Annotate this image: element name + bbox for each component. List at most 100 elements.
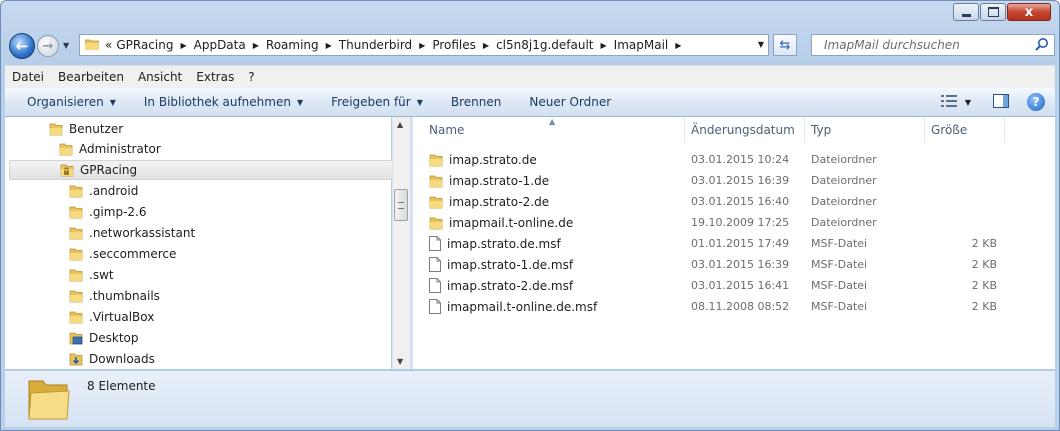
search-icon[interactable] <box>1034 37 1050 53</box>
back-arrow-icon: ← <box>15 37 29 55</box>
search-box[interactable] <box>811 34 1055 56</box>
column-header-name[interactable]: Name <box>423 117 685 143</box>
minimize-icon <box>961 13 971 17</box>
file-size: 2 KB <box>971 258 997 271</box>
column-header-type[interactable]: Typ <box>805 117 925 143</box>
breadcrumb-profiles[interactable]: Profiles <box>430 38 478 52</box>
chevron-down-icon: ▼ <box>296 97 304 107</box>
folder-icon <box>69 184 83 198</box>
scroll-down-icon[interactable]: ▼ <box>397 357 403 366</box>
new-folder-button[interactable]: Neuer Ordner <box>519 95 621 109</box>
address-bar[interactable]: « GPRacing ▶ AppData ▶ Roaming ▶ Thunder… <box>79 34 769 56</box>
locked-folder-icon <box>60 163 74 177</box>
folder-icon <box>429 153 443 167</box>
scroll-up-icon[interactable]: ▲ <box>397 120 403 129</box>
file-row[interactable]: imapmail.t-online.de 19.10.2009 17:25 Da… <box>429 212 1029 233</box>
navigation-pane: Benutzer Administrator GPRacing .android… <box>5 117 393 369</box>
file-icon <box>429 236 441 251</box>
file-date: 03.01.2015 16:41 <box>691 279 790 292</box>
organize-button[interactable]: Organisieren ▼ <box>17 95 126 109</box>
preview-pane-icon[interactable] <box>993 93 1009 111</box>
tree-item-desktop[interactable]: Desktop <box>69 328 139 348</box>
file-icon <box>429 278 441 293</box>
file-row[interactable]: imap.strato-2.de 03.01.2015 16:40 Dateio… <box>429 191 1029 212</box>
file-name: imap.strato-2.de <box>449 194 550 209</box>
refresh-button[interactable]: ⇆ <box>773 34 797 56</box>
chevron-right-icon[interactable]: ▶ <box>419 41 425 50</box>
folder-icon <box>69 226 83 240</box>
tree-label: .android <box>89 184 139 198</box>
chevron-right-icon[interactable]: ▶ <box>483 41 489 50</box>
tree-item-thumbnails[interactable]: .thumbnails <box>69 286 160 306</box>
menu-extras[interactable]: Extras <box>189 70 241 84</box>
tree-label: .VirtualBox <box>89 310 155 324</box>
minimize-button[interactable] <box>953 3 979 21</box>
search-input[interactable] <box>822 37 1026 53</box>
column-date-label: Änderungsdatum <box>691 123 795 137</box>
breadcrumb-roaming[interactable]: Roaming <box>264 38 321 52</box>
file-row[interactable]: imap.strato-1.de 03.01.2015 16:39 Dateio… <box>429 170 1029 191</box>
folder-icon <box>84 38 100 53</box>
address-dropdown-icon[interactable]: ▼ <box>758 40 764 49</box>
menu-datei[interactable]: Datei <box>5 70 51 84</box>
new-folder-label: Neuer Ordner <box>529 95 612 109</box>
tree-item-seccommerce[interactable]: .seccommerce <box>69 244 176 264</box>
file-row[interactable]: imap.strato-2.de.msf 03.01.2015 16:41 MS… <box>429 275 1029 296</box>
forward-button[interactable]: → <box>37 35 59 57</box>
tree-item-swt[interactable]: .swt <box>69 265 114 285</box>
desktop-icon <box>69 331 83 345</box>
menu-ansicht[interactable]: Ansicht <box>131 70 189 84</box>
view-options-icon[interactable] <box>940 94 957 110</box>
folder-icon <box>49 122 63 136</box>
tree-item-downloads[interactable]: Downloads <box>69 349 155 369</box>
tree-label: .thumbnails <box>89 289 160 303</box>
file-name: imap.strato-1.de.msf <box>447 257 574 272</box>
view-dropdown-icon[interactable]: ▼ <box>965 98 971 107</box>
tree-label: .networkassistant <box>89 226 196 240</box>
file-name: imapmail.t-online.de.msf <box>447 299 598 314</box>
chevron-right-icon[interactable]: ▶ <box>326 41 332 50</box>
tree-item-benutzer[interactable]: Benutzer <box>49 119 123 139</box>
tree-item-virtualbox[interactable]: .VirtualBox <box>69 307 154 327</box>
chevron-right-icon[interactable]: ▶ <box>601 41 607 50</box>
file-row[interactable]: imap.strato.de 03.01.2015 10:24 Dateiord… <box>429 149 1029 170</box>
chevron-down-icon: ▼ <box>416 97 423 107</box>
menu-help[interactable]: ? <box>241 70 261 84</box>
file-icon <box>429 299 441 314</box>
file-size: 2 KB <box>971 279 997 292</box>
chevron-right-icon[interactable]: ▶ <box>675 41 681 50</box>
breadcrumb-appdata[interactable]: AppData <box>192 38 248 52</box>
file-date: 03.01.2015 16:39 <box>691 258 790 271</box>
file-row[interactable]: imap.strato.de.msf 01.01.2015 17:49 MSF-… <box>429 233 1029 254</box>
back-button[interactable]: ← <box>9 33 35 59</box>
file-row[interactable]: imapmail.t-online.de.msf 08.11.2008 08:5… <box>429 296 1029 317</box>
menu-bearbeiten[interactable]: Bearbeiten <box>51 70 131 84</box>
breadcrumb-gpracing[interactable]: GPRacing <box>114 38 175 52</box>
tree-item-gimp[interactable]: .gimp-2.6 <box>69 202 147 222</box>
folder-icon <box>429 216 443 230</box>
tree-item-networkassistant[interactable]: .networkassistant <box>69 223 195 243</box>
chevron-right-icon[interactable]: ▶ <box>253 41 259 50</box>
breadcrumb-imapmail[interactable]: ImapMail <box>612 38 671 52</box>
add-to-library-button[interactable]: In Bibliothek aufnehmen ▼ <box>134 95 313 109</box>
breadcrumb-profile[interactable]: cl5n8j1g.default <box>494 38 595 52</box>
command-bar: Organisieren ▼ In Bibliothek aufnehmen ▼ F… <box>5 88 1055 117</box>
file-date: 03.01.2015 16:40 <box>691 195 790 208</box>
breadcrumb-overflow[interactable]: « <box>103 38 114 52</box>
column-header-date[interactable]: Änderungsdatum <box>685 117 805 143</box>
scrollbar-thumb[interactable] <box>394 189 408 221</box>
tree-item-gpracing[interactable]: GPRacing <box>9 160 393 180</box>
file-row[interactable]: imap.strato-1.de.msf 03.01.2015 16:39 MS… <box>429 254 1029 275</box>
recent-pages-dropdown[interactable]: ▼ <box>63 41 69 50</box>
chevron-right-icon[interactable]: ▶ <box>180 41 186 50</box>
breadcrumb-thunderbird[interactable]: Thunderbird <box>337 38 414 52</box>
share-button[interactable]: Freigeben für ▼ <box>321 95 433 109</box>
tree-item-android[interactable]: .android <box>69 181 138 201</box>
tree-scrollbar[interactable]: ▲ ▼ <box>392 117 410 369</box>
column-header-size[interactable]: Größe <box>925 117 1005 143</box>
help-icon[interactable]: ? <box>1027 93 1045 111</box>
burn-button[interactable]: Brennen <box>441 95 511 109</box>
maximize-button[interactable] <box>980 3 1006 21</box>
tree-item-administrator[interactable]: Administrator <box>59 139 161 159</box>
close-button[interactable]: x <box>1007 3 1051 21</box>
